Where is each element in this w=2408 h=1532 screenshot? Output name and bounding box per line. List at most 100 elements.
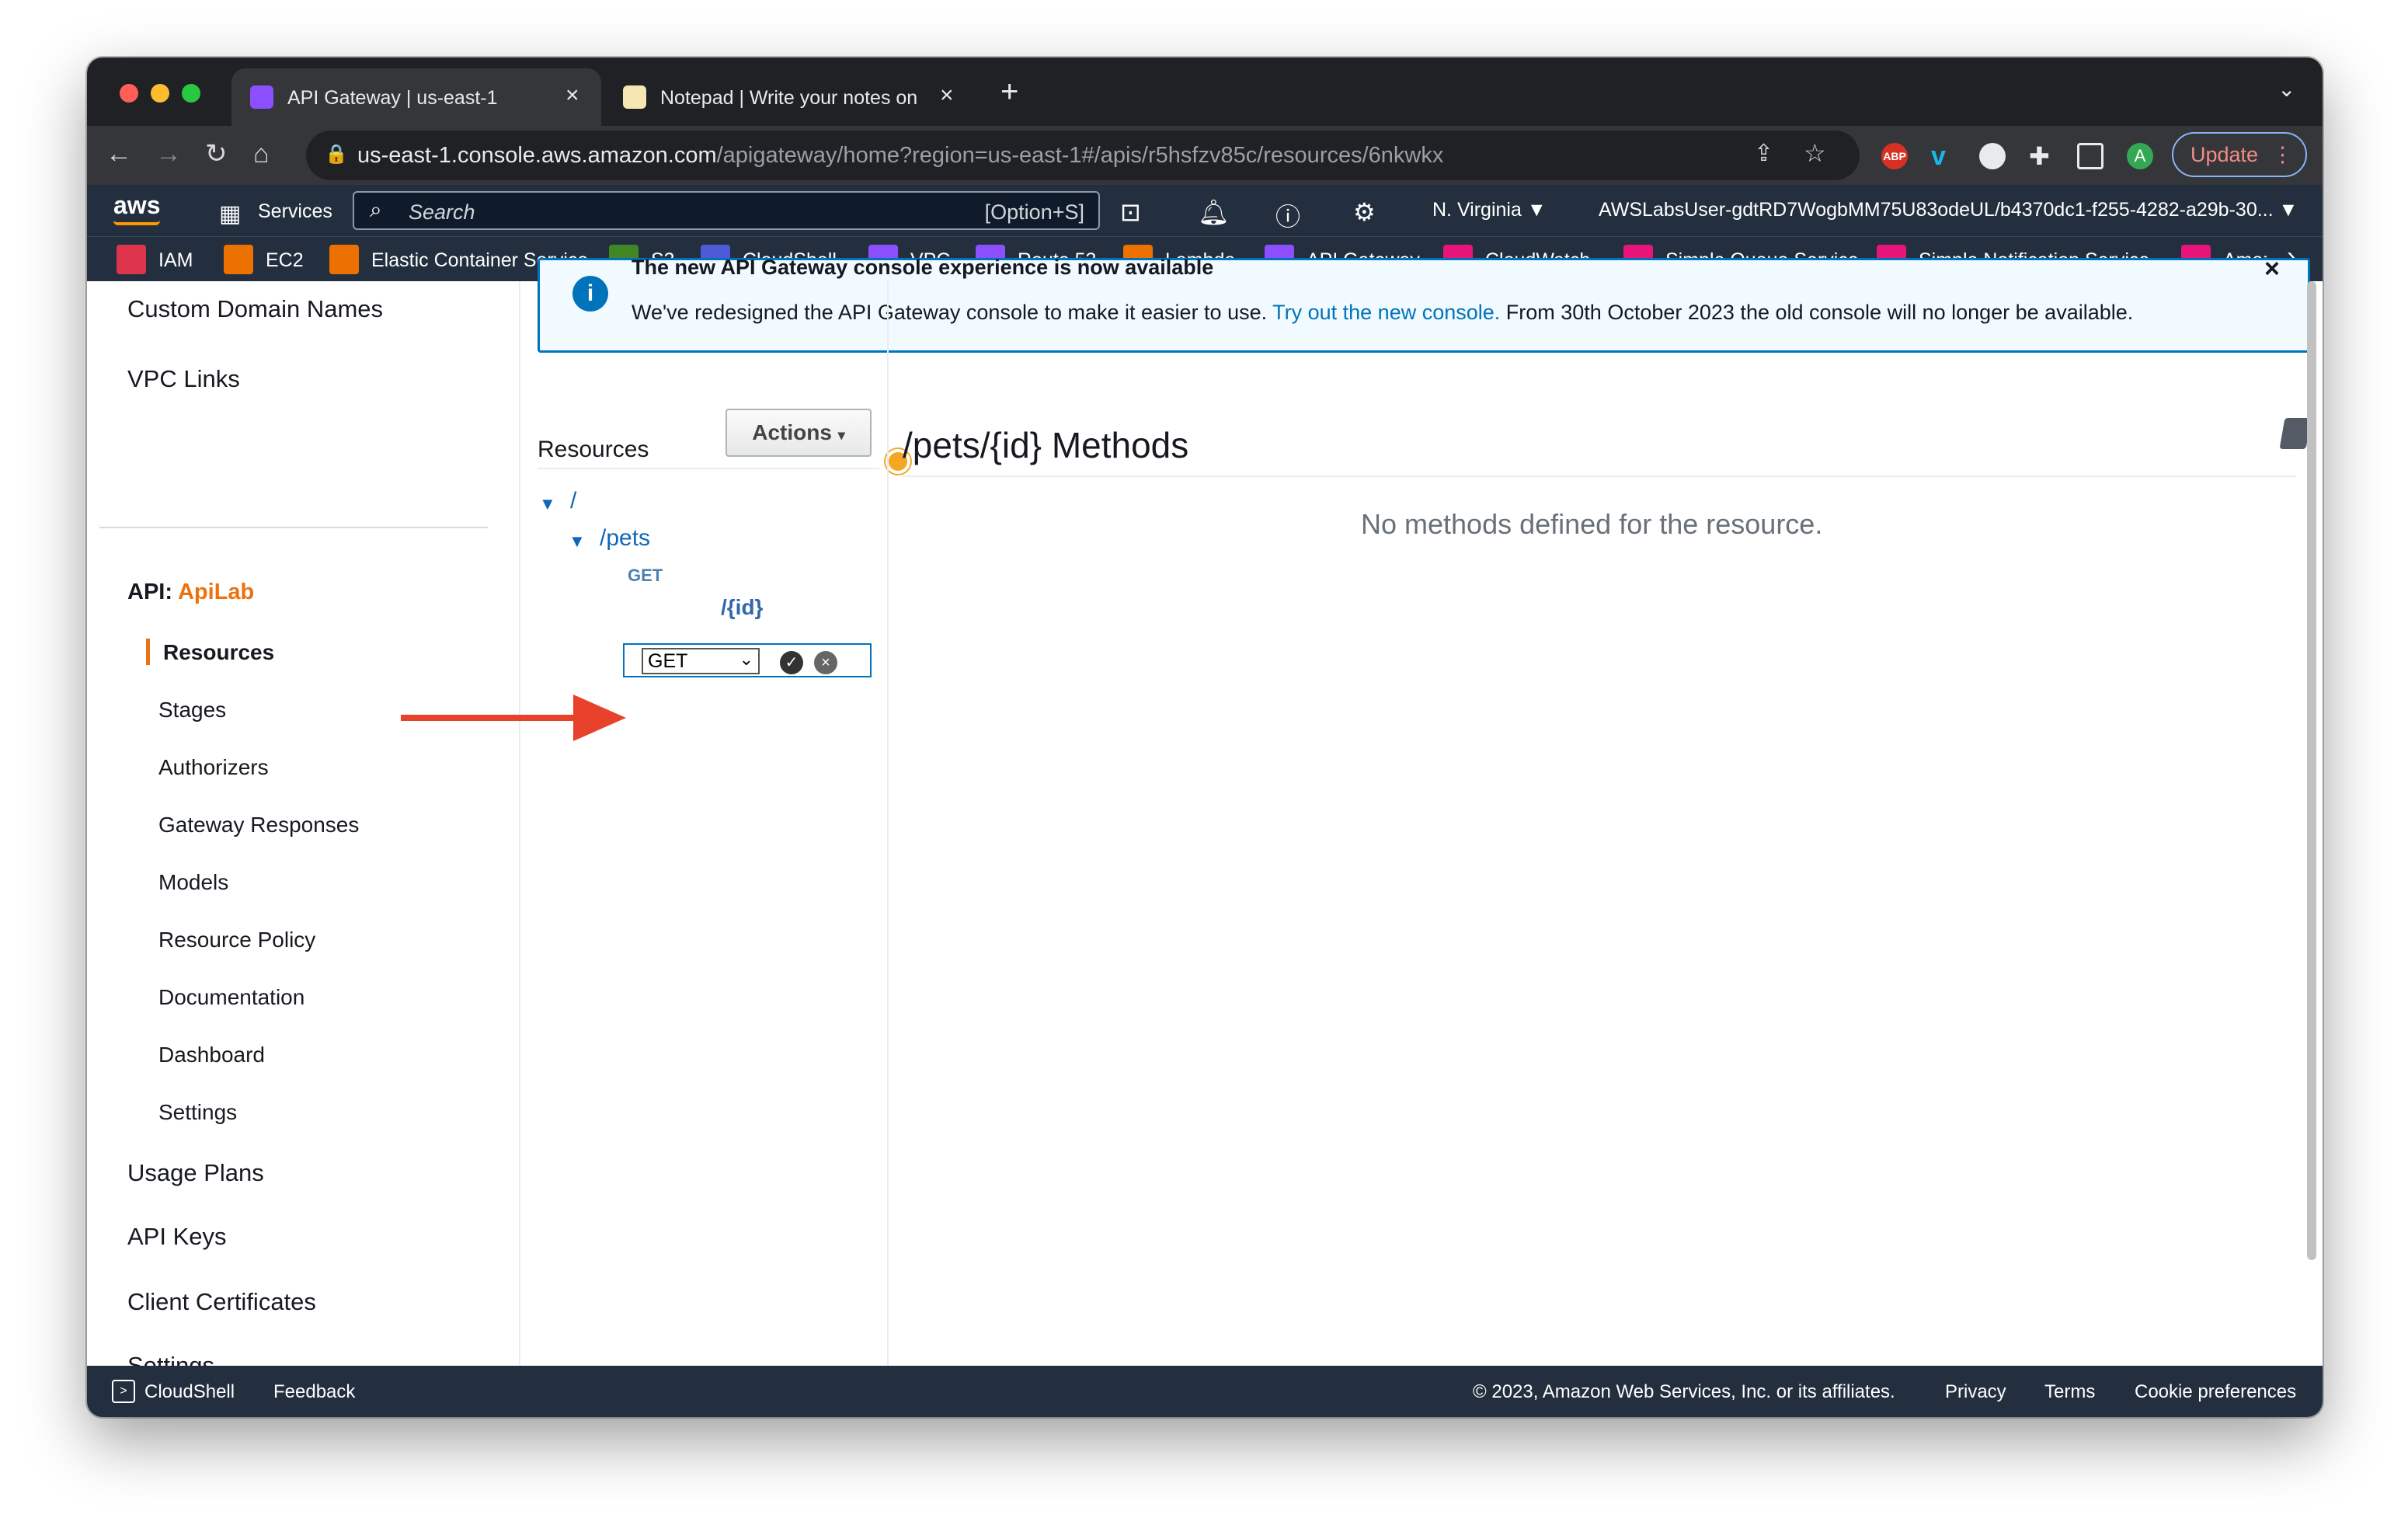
footer-privacy-link[interactable]: Privacy bbox=[1945, 1381, 2006, 1403]
minimize-window-button[interactable] bbox=[151, 84, 169, 103]
banner-heading: The new API Gateway console experience i… bbox=[632, 256, 1214, 279]
sidebar-item-authorizers[interactable]: Authorizers bbox=[158, 755, 269, 780]
fav-label: IAM bbox=[158, 249, 193, 271]
collapse-root-caret-icon[interactable]: ▼ bbox=[539, 494, 556, 514]
tab-notepad[interactable]: Notepad | Write your notes on × bbox=[604, 68, 977, 126]
ecs-icon bbox=[329, 245, 359, 274]
reload-icon[interactable]: ↻ bbox=[205, 137, 228, 171]
account-menu[interactable]: AWSLabsUser-gdtRD7WogbMM75U83odeUL/b4370… bbox=[1599, 199, 2298, 221]
share-icon[interactable]: ⇪ bbox=[1754, 140, 1773, 167]
sidebar-item-dashboard[interactable]: Dashboard bbox=[158, 1043, 265, 1067]
search-placeholder: Search bbox=[409, 200, 475, 224]
select-chevron-down-icon: ⌄ bbox=[739, 649, 753, 669]
api-name-heading: API: ApiLab bbox=[127, 580, 254, 605]
forward-icon[interactable]: → bbox=[155, 137, 182, 171]
console-search-input[interactable]: ⌕ Search [Option+S] bbox=[353, 191, 1100, 230]
footer-cloudshell-link[interactable]: CloudShell bbox=[144, 1381, 235, 1403]
cancel-method-x-icon[interactable]: × bbox=[814, 651, 837, 674]
http-method-select[interactable]: GET ⌄ bbox=[642, 648, 760, 674]
address-bar[interactable]: 🔒 us-east-1.console.aws.amazon.com/apiga… bbox=[306, 131, 1860, 180]
new-tab-button[interactable]: + bbox=[1000, 75, 1018, 110]
left-sidebar: Custom Domain Names VPC Links API: ApiLa… bbox=[87, 281, 520, 1379]
footer-cookie-preferences-link[interactable]: Cookie preferences bbox=[2135, 1381, 2296, 1403]
region-selector[interactable]: N. Virginia ▼ bbox=[1432, 199, 1547, 221]
api-name-link[interactable]: ApiLab bbox=[178, 580, 254, 604]
bookmark-star-icon[interactable]: ☆ bbox=[1804, 138, 1826, 168]
sidebar-item-client-certificates[interactable]: Client Certificates bbox=[127, 1288, 316, 1316]
puzzle-extensions-icon[interactable]: ✚ bbox=[2029, 143, 2055, 169]
maximize-window-button[interactable] bbox=[182, 84, 200, 103]
sidebar-item-usage-plans[interactable]: Usage Plans bbox=[127, 1159, 264, 1187]
aws-logo[interactable]: aws bbox=[113, 191, 160, 220]
services-menu[interactable]: Services bbox=[258, 200, 332, 223]
url-host: us-east-1.console.aws.amazon.com bbox=[357, 143, 717, 168]
panel-divider bbox=[887, 281, 889, 1366]
dismiss-banner-close-icon[interactable]: × bbox=[2264, 254, 2280, 284]
actions-dropdown-button[interactable]: Actions ▾ bbox=[726, 409, 872, 457]
sidebar-item-documentation[interactable]: Documentation bbox=[158, 985, 304, 1010]
close-window-button[interactable] bbox=[120, 84, 138, 103]
banner-text: We've redesigned the API Gateway console… bbox=[632, 301, 1273, 324]
tab-api-gateway[interactable]: API Gateway | us-east-1 × bbox=[231, 68, 601, 126]
extension-icon[interactable] bbox=[1979, 143, 2006, 169]
iam-icon bbox=[117, 245, 146, 274]
services-grid-icon[interactable]: ▦ bbox=[219, 200, 241, 228]
settings-gear-icon[interactable]: ⚙ bbox=[1353, 197, 1376, 227]
banner-text: From 30th October 2023 the old console w… bbox=[1500, 301, 2134, 324]
page-scrollbar[interactable] bbox=[2307, 281, 2316, 1260]
tree-node-id[interactable]: /{id} bbox=[721, 595, 763, 620]
info-banner: i The new API Gateway console experience… bbox=[538, 254, 2310, 353]
sidebar-item-api-settings[interactable]: Settings bbox=[158, 1100, 237, 1125]
help-icon[interactable]: ⓘ bbox=[1275, 197, 1300, 233]
console-footer: > CloudShell Feedback © 2023, Amazon Web… bbox=[87, 1366, 2323, 1417]
tree-method-get[interactable]: GET bbox=[628, 566, 663, 586]
sidebar-item-custom-domain-names[interactable]: Custom Domain Names bbox=[127, 295, 383, 323]
tree-node-pets[interactable]: /pets bbox=[600, 525, 650, 552]
sidebar-item-gateway-responses[interactable]: Gateway Responses bbox=[158, 813, 359, 837]
sidebar-item-stages[interactable]: Stages bbox=[158, 698, 226, 722]
footer-feedback-link[interactable]: Feedback bbox=[273, 1381, 355, 1403]
close-tab-icon[interactable]: × bbox=[565, 82, 579, 109]
title-divider bbox=[903, 475, 2296, 477]
cloudshell-icon[interactable]: ⊡ bbox=[1120, 197, 1141, 227]
sidebar-divider bbox=[99, 527, 488, 528]
tab-search-chevron-icon[interactable]: ⌄ bbox=[2278, 76, 2295, 102]
page-title: /pets/{id} Methods bbox=[903, 425, 1189, 465]
adblock-extension-icon[interactable]: ABP bbox=[1881, 143, 1908, 169]
sidebar-item-vpc-links[interactable]: VPC Links bbox=[127, 365, 240, 393]
confirm-method-check-icon[interactable]: ✓ bbox=[780, 651, 803, 674]
tab-title: API Gateway | us-east-1 bbox=[287, 87, 498, 109]
active-indicator bbox=[146, 639, 150, 665]
ec2-icon bbox=[224, 245, 253, 274]
sidebar-item-resources[interactable]: Resources bbox=[163, 640, 274, 665]
new-method-row: GET ⌄ ✓ × bbox=[623, 643, 872, 677]
home-icon[interactable]: ⌂ bbox=[253, 137, 270, 171]
back-icon[interactable]: ← bbox=[106, 137, 132, 171]
resource-tree: ▼ / ▼ /pets GET /{id} bbox=[538, 468, 879, 619]
tree-node-root[interactable]: / bbox=[570, 488, 576, 514]
side-panel-icon[interactable] bbox=[2077, 143, 2104, 169]
banner-message: We've redesigned the API Gateway console… bbox=[632, 301, 2133, 325]
lock-icon: 🔒 bbox=[325, 144, 348, 165]
search-icon: ⌕ bbox=[370, 197, 382, 221]
browser-toolbar: ← → ↻ ⌂ 🔒 us-east-1.console.aws.amazon.c… bbox=[87, 126, 2323, 185]
notepad-icon bbox=[623, 85, 646, 109]
sidebar-item-models[interactable]: Models bbox=[158, 870, 228, 895]
profile-avatar[interactable]: A bbox=[2127, 143, 2153, 169]
notifications-bell-icon[interactable]: 🔔︎ bbox=[1198, 197, 1230, 227]
api-prefix: API: bbox=[127, 580, 172, 604]
update-button[interactable]: Update ⋮ bbox=[2172, 132, 2307, 177]
close-tab-icon[interactable]: × bbox=[940, 82, 954, 109]
footer-terms-link[interactable]: Terms bbox=[2044, 1381, 2095, 1403]
footer-copyright: © 2023, Amazon Web Services, Inc. or its… bbox=[1473, 1381, 1895, 1402]
empty-state-message: No methods defined for the resource. bbox=[1361, 508, 1823, 540]
vimeo-extension-icon[interactable]: v bbox=[1931, 143, 1957, 169]
new-console-link[interactable]: Try out the new console. bbox=[1272, 301, 1500, 324]
collapse-pets-caret-icon[interactable]: ▼ bbox=[569, 531, 586, 552]
update-label: Update bbox=[2191, 143, 2259, 166]
method-select-value: GET bbox=[648, 650, 688, 672]
sidebar-item-api-keys[interactable]: API Keys bbox=[127, 1223, 227, 1251]
sidebar-item-resource-policy[interactable]: Resource Policy bbox=[158, 928, 315, 952]
search-shortcut-hint: [Option+S] bbox=[984, 200, 1084, 224]
tab-title: Notepad | Write your notes on bbox=[660, 87, 918, 109]
